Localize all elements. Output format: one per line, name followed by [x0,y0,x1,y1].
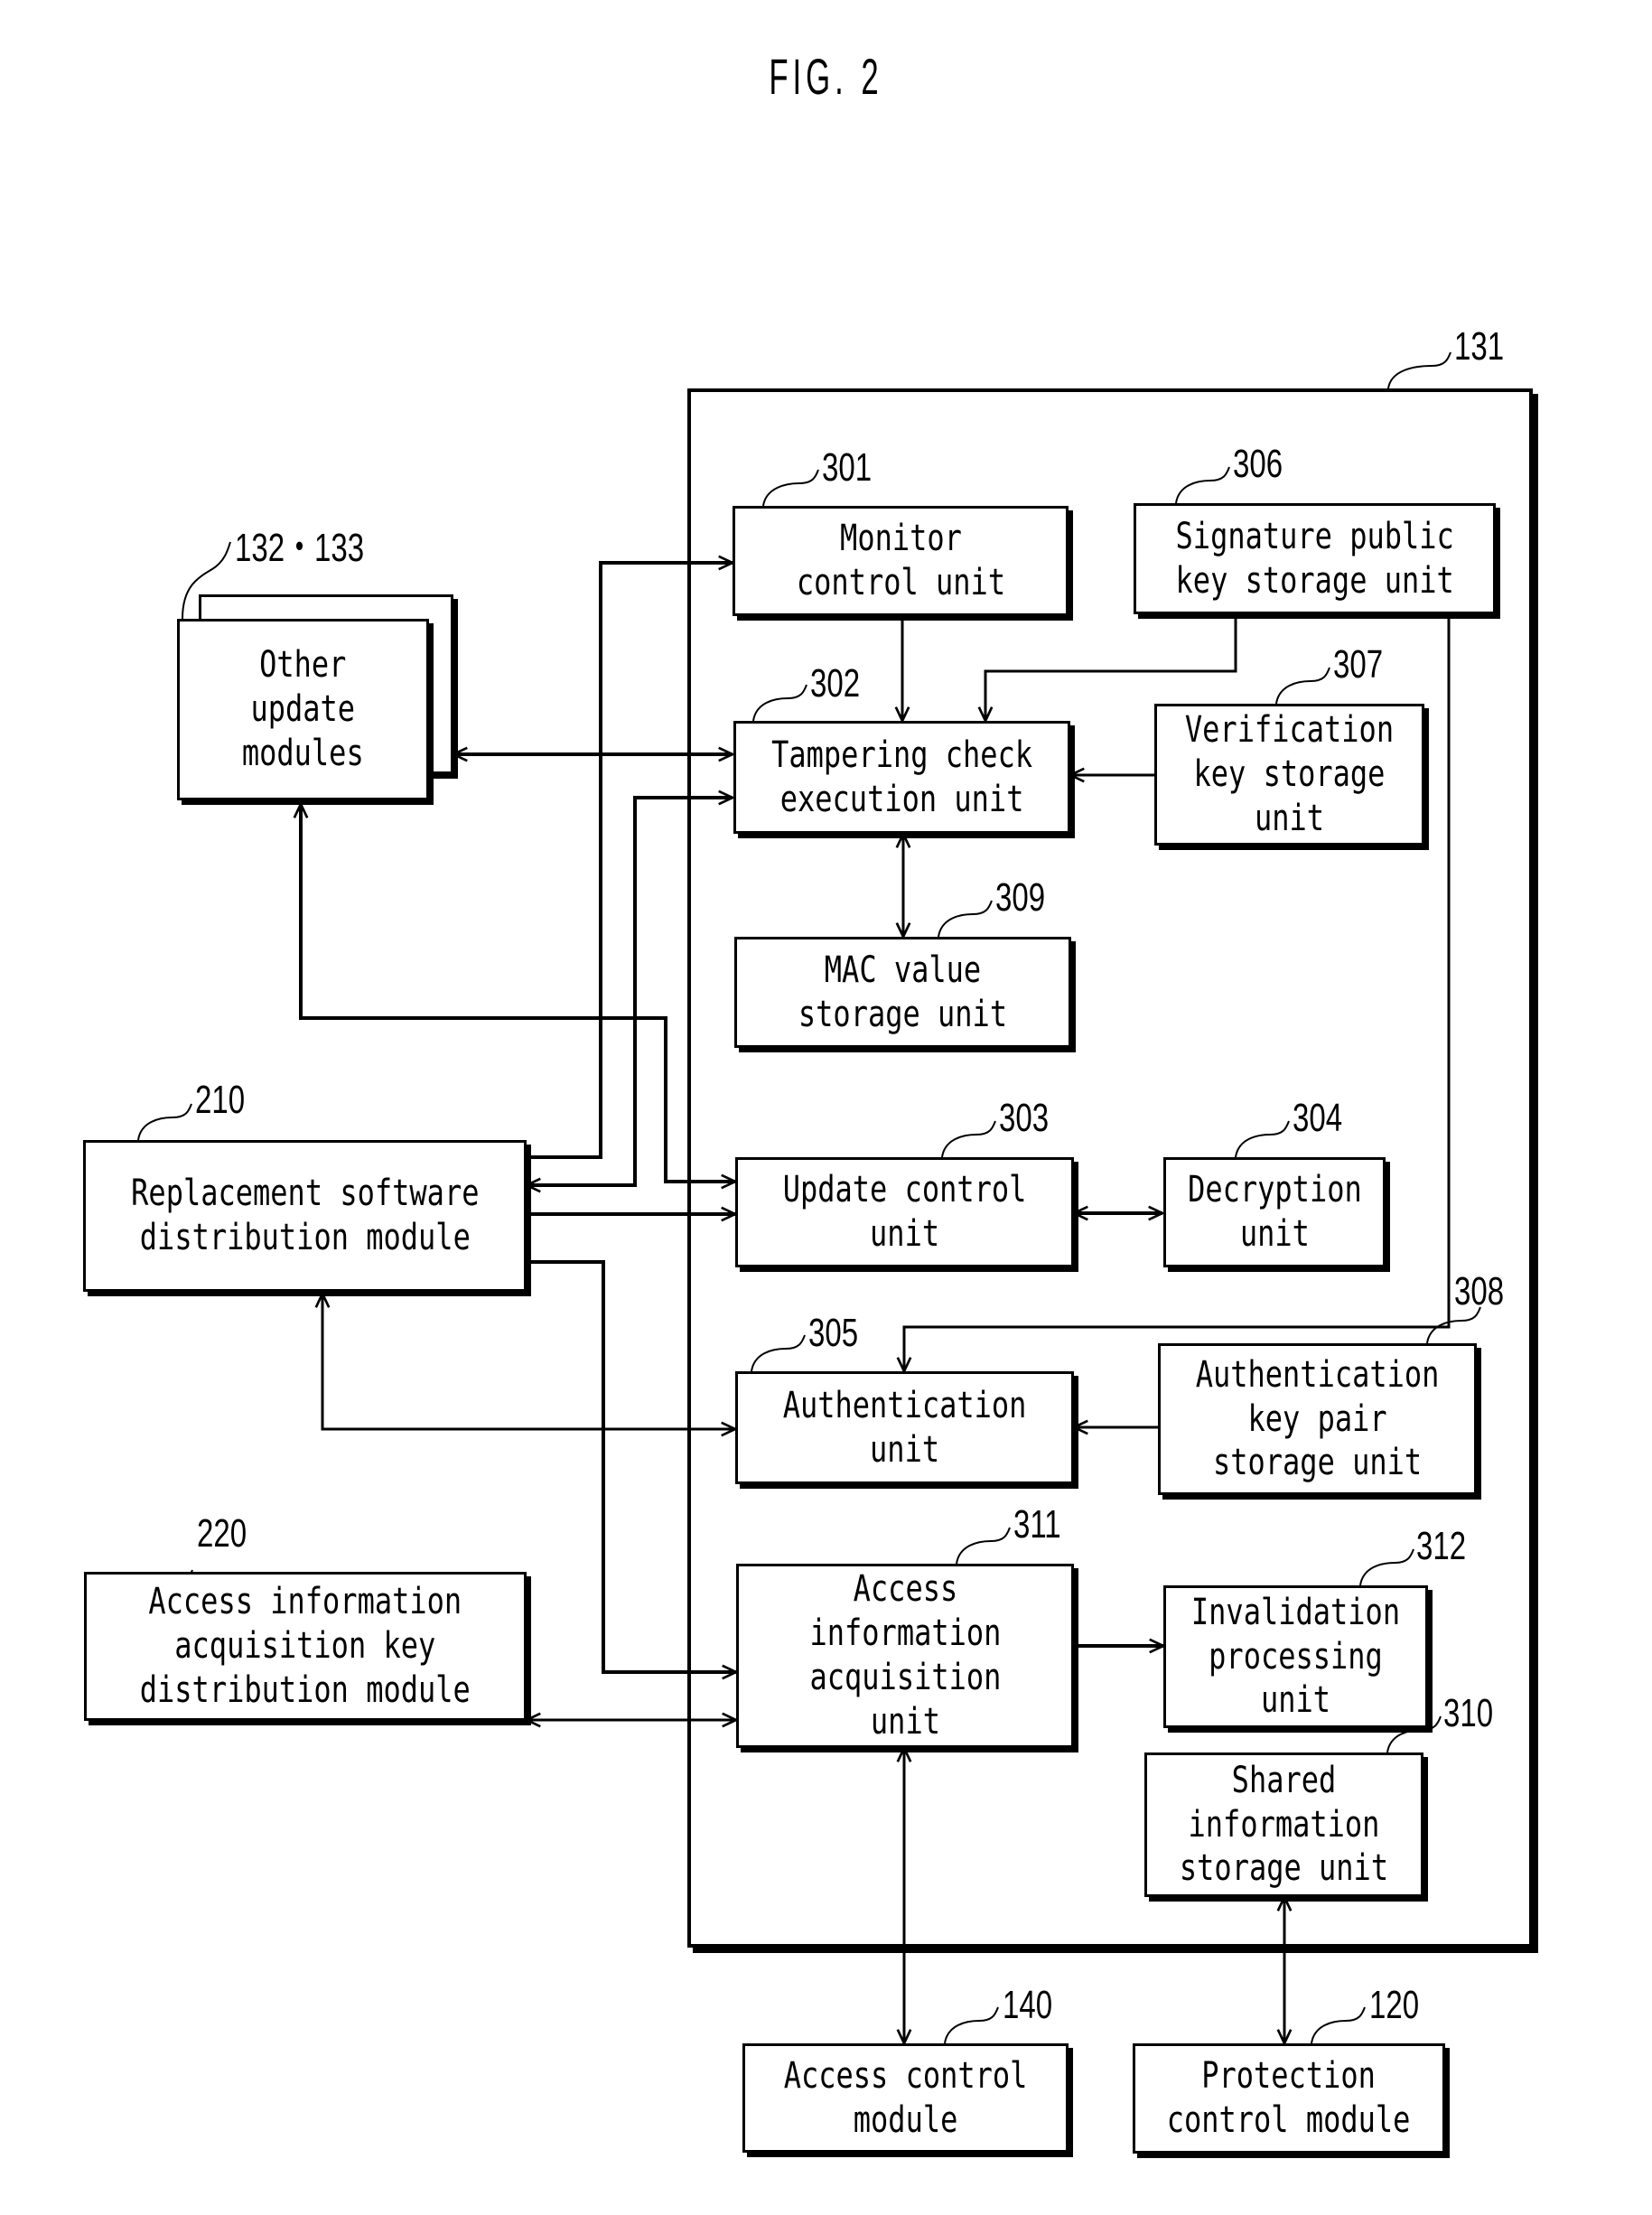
ref-307: 307 [1333,642,1384,687]
ref-301: 301 [822,445,873,490]
edge-replacement-auth [322,1294,735,1429]
invalidation-processing-unit[interactable]: Invalidation processing unit [1163,1585,1428,1728]
verification-key-storage-unit-label: Verification key storage unit [1184,709,1395,839]
replacement-software-distribution-module[interactable]: Replacement software distribution module [83,1140,527,1292]
monitor-control-unit-label: Monitor control unit [796,518,1005,603]
access-info-key-distribution-module[interactable]: Access information acquisition key distr… [84,1572,527,1721]
authentication-key-pair-storage-unit[interactable]: Authentication key pair storage unit [1158,1343,1477,1495]
leader-210 [137,1103,192,1141]
invalidation-processing-unit-label: Invalidation processing unit [1190,1591,1401,1722]
mac-value-storage-unit[interactable]: MAC value storage unit [734,937,1071,1048]
ref-304: 304 [1293,1096,1343,1140]
ref-306: 306 [1233,442,1283,486]
ref-131: 131 [1454,324,1505,369]
ref-303: 303 [999,1096,1050,1140]
ref-305: 305 [808,1311,859,1355]
signature-public-key-storage-unit[interactable]: Signature public key storage unit [1134,503,1496,614]
access-info-key-distribution-module-label: Access information acquisition key distr… [139,1581,471,1711]
ref-220: 220 [197,1511,247,1556]
access-control-module-label: Access control module [783,2054,1028,2141]
mac-value-storage-unit-label: MAC value storage unit [798,949,1008,1035]
ref-311: 311 [1013,1502,1061,1547]
access-control-module[interactable]: Access control module [742,2043,1069,2153]
ref-140: 140 [1003,1983,1053,2027]
ref-312: 312 [1416,1524,1467,1568]
other-update-modules[interactable]: Other update modules [177,619,429,800]
other-update-modules-label: Other update modules [242,644,364,774]
monitor-control-unit[interactable]: Monitor control unit [733,506,1069,616]
access-information-acquisition-unit[interactable]: Access information acquisition unit [736,1564,1074,1748]
tampering-check-execution-unit-label: Tampering check execution unit [770,734,1032,820]
authentication-key-pair-storage-unit-label: Authentication key pair storage unit [1195,1353,1440,1484]
leader-140 [944,2006,999,2044]
signature-public-key-storage-unit-label: Signature public key storage unit [1175,515,1454,602]
access-information-acquisition-unit-label: Access information acquisition unit [809,1568,1001,1743]
update-control-unit[interactable]: Update control unit [735,1157,1074,1267]
authentication-unit[interactable]: Authentication unit [735,1371,1074,1484]
ref-310: 310 [1443,1691,1494,1735]
ref-308: 308 [1454,1269,1505,1313]
replacement-software-distribution-module-label: Replacement software distribution module [130,1173,480,1258]
edge-other-update [301,804,735,1182]
shared-information-storage-unit[interactable]: Shared information storage unit [1144,1752,1423,1897]
leader-120 [1311,2006,1366,2044]
ref-302: 302 [810,661,861,706]
update-control-unit-label: Update control unit [782,1169,1027,1255]
ref-120: 120 [1369,1983,1420,2027]
decryption-unit[interactable]: Decryption unit [1163,1157,1386,1267]
authentication-unit-label: Authentication unit [782,1384,1027,1471]
tampering-check-execution-unit[interactable]: Tampering check execution unit [733,721,1070,834]
decryption-unit-label: Decryption unit [1187,1169,1362,1255]
protection-control-module-label: Protection control module [1167,2055,1411,2141]
ref-132-133: 132・133 [235,526,365,570]
protection-control-module[interactable]: Protection control module [1133,2043,1445,2154]
ref-210: 210 [195,1078,246,1122]
leader-131 [1387,351,1451,389]
verification-key-storage-unit[interactable]: Verification key storage unit [1154,704,1424,846]
shared-information-storage-unit-label: Shared information storage unit [1179,1759,1389,1890]
ref-309: 309 [995,875,1046,920]
